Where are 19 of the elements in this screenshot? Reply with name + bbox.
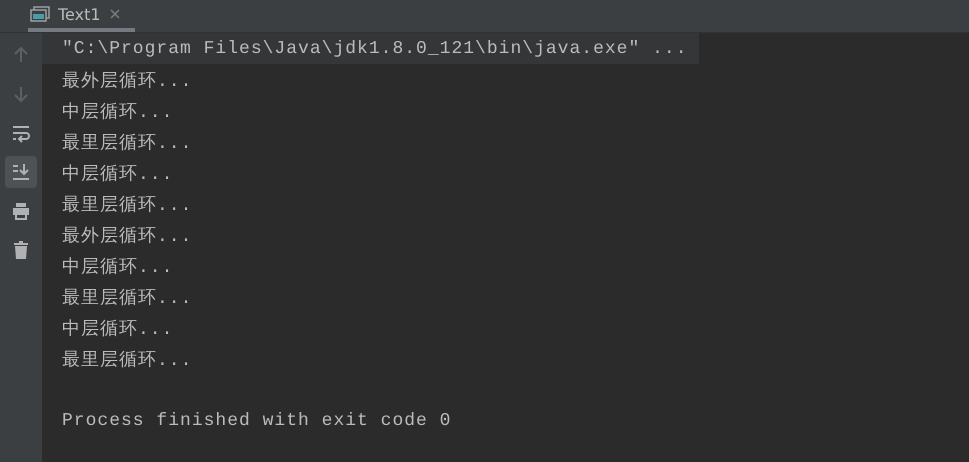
wrap-icon [11, 123, 31, 143]
output-line: 最里层循环... [62, 288, 192, 308]
output-line: 最外层循环... [62, 226, 192, 246]
output-line: 中层循环... [62, 318, 174, 340]
printer-icon [11, 201, 31, 221]
close-icon[interactable] [108, 8, 121, 20]
output-line: 最外层循环... [62, 70, 192, 92]
output-line: 最里层循环... [62, 194, 192, 216]
output-line: 中层循环... [62, 163, 174, 184]
output-line: 中层循环... [62, 256, 174, 278]
scroll-end-button[interactable] [5, 156, 37, 188]
scroll-to-end-icon [11, 162, 31, 182]
output-line: 中层循环... [62, 101, 174, 122]
window-icon [30, 6, 50, 22]
output-line: 最里层循环... [62, 350, 192, 370]
command-line: "C:\Program Files\Java\jdk1.8.0_121\bin\java.exe" ... [62, 38, 688, 58]
output-line: 最里层循环... [62, 132, 192, 154]
trash-icon [11, 240, 31, 260]
exit-message: Process finished with exit code 0 [62, 410, 452, 430]
